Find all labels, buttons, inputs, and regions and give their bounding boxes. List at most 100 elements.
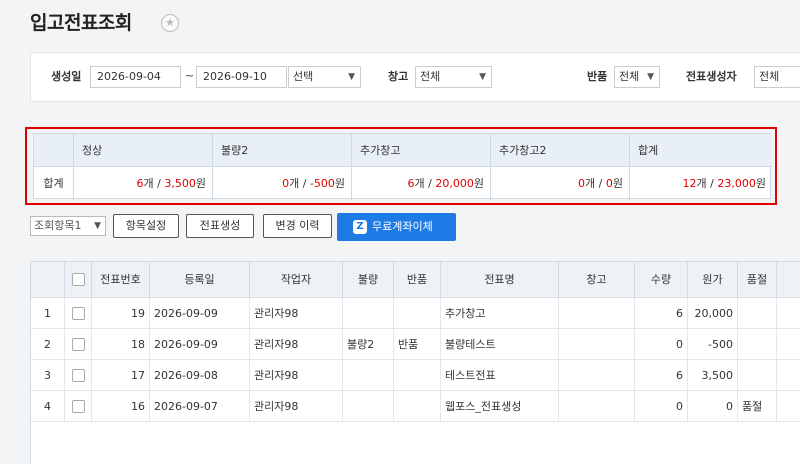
header-warehouse[interactable]: 창고 xyxy=(559,262,635,298)
cell-reg-date: 2026-09-08 xyxy=(150,360,250,391)
creator-select[interactable]: 전체 xyxy=(754,66,800,88)
summary-value-defect2: 0개 / -500원 xyxy=(213,167,352,200)
header-slip-name[interactable]: 전표명 xyxy=(441,262,559,298)
cell-cost: 20,000 xyxy=(688,298,738,329)
select-all-checkbox[interactable] xyxy=(72,273,85,286)
filter-panel: 생성일 2026-09-04 ~ 2026-09-10 선택 ▼ 창고 전체 ▼… xyxy=(30,52,800,102)
cell-warehouse xyxy=(559,391,635,422)
creator-select-value: 전체 xyxy=(759,70,780,83)
free-transfer-button[interactable]: Z 무료계좌이체 xyxy=(337,213,456,241)
cell-return xyxy=(394,298,441,329)
row-checkbox-cell xyxy=(65,360,92,391)
date-to-input[interactable]: 2026-09-10 xyxy=(196,66,287,88)
row-checkbox[interactable] xyxy=(72,400,85,413)
cell-return xyxy=(394,391,441,422)
page-title: 입고전표조회 xyxy=(30,12,132,34)
cell-return xyxy=(394,360,441,391)
header-row-number xyxy=(31,262,65,298)
header-defect[interactable]: 불량 xyxy=(343,262,394,298)
chevron-down-icon: ▼ xyxy=(94,221,101,231)
row-number: 1 xyxy=(31,298,65,329)
header-slip-number[interactable]: 전표번호 xyxy=(92,262,150,298)
warehouse-select[interactable]: 전체 ▼ xyxy=(415,66,492,88)
cell-slip-name[interactable]: 테스트전표 xyxy=(441,360,559,391)
table-row[interactable]: 3 17 2026-09-08 관리자98 테스트전표 6 3,500 xyxy=(31,360,800,391)
cell-defect xyxy=(343,298,394,329)
header-cost[interactable]: 원가 xyxy=(688,262,738,298)
date-from-input[interactable]: 2026-09-04 xyxy=(90,66,181,88)
cell-slip-number: 19 xyxy=(92,298,150,329)
transfer-icon: Z xyxy=(353,220,367,234)
creator-label: 전표생성자 xyxy=(686,70,737,83)
favorite-star-icon[interactable]: ★ xyxy=(161,14,179,32)
cell-reg-date: 2026-09-07 xyxy=(150,391,250,422)
cell-warehouse xyxy=(559,298,635,329)
cell-sold-out xyxy=(738,360,777,391)
view-items-select[interactable]: 조회항목1 ▼ xyxy=(30,216,106,236)
cell-sold-out xyxy=(738,329,777,360)
cell-slip-number: 18 xyxy=(92,329,150,360)
chevron-down-icon: ▼ xyxy=(348,72,355,82)
cell-quantity: 0 xyxy=(635,329,688,360)
warehouse-select-value: 전체 xyxy=(420,70,441,83)
cell-slip-name[interactable]: 추가창고 xyxy=(441,298,559,329)
row-checkbox[interactable] xyxy=(72,338,85,351)
cell-slip-number: 17 xyxy=(92,360,150,391)
cell-defect: 불량2 xyxy=(343,329,394,360)
item-settings-button[interactable]: 항목설정 xyxy=(113,214,179,238)
cell-cost: 0 xyxy=(688,391,738,422)
table-row[interactable]: 4 16 2026-09-07 관리자98 웹포스_전표생성 0 0 품절 xyxy=(31,391,800,422)
cell-return: 반품 xyxy=(394,329,441,360)
summary-value-total: 12개 / 23,000원 xyxy=(682,177,766,190)
grid-header: 전표번호 등록일 작업자 불량 반품 전표명 창고 수량 원가 품절 xyxy=(31,262,800,298)
summary-header-total: 합계 xyxy=(630,134,772,167)
title-bar: 입고전표조회 ★ xyxy=(0,0,800,42)
free-transfer-label: 무료계좌이체 xyxy=(372,220,433,233)
return-select[interactable]: 전체 ▼ xyxy=(614,66,660,88)
cell-defect xyxy=(343,391,394,422)
warehouse-label: 창고 xyxy=(388,70,409,83)
date-range-select[interactable]: 선택 ▼ xyxy=(288,66,361,88)
header-reg-date[interactable]: 등록일 xyxy=(150,262,250,298)
cell-slip-number: 16 xyxy=(92,391,150,422)
row-checkbox-cell xyxy=(65,391,92,422)
cell-reg-date: 2026-09-09 xyxy=(150,329,250,360)
cell-worker: 관리자98 xyxy=(250,329,343,360)
date-range-tilde: ~ xyxy=(185,69,195,82)
table-row[interactable]: 1 19 2026-09-09 관리자98 추가창고 6 20,000 xyxy=(31,298,800,329)
header-checkbox-cell xyxy=(65,262,92,298)
header-return[interactable]: 반품 xyxy=(394,262,441,298)
header-sold-out[interactable]: 품절 xyxy=(738,262,777,298)
row-checkbox[interactable] xyxy=(72,307,85,320)
row-number: 4 xyxy=(31,391,65,422)
cell-defect xyxy=(343,360,394,391)
summary-value-extra-warehouse2: 0개 / 0원 xyxy=(491,167,630,200)
row-number: 3 xyxy=(31,360,65,391)
cell-cost: 3,500 xyxy=(688,360,738,391)
row-checkbox-cell xyxy=(65,329,92,360)
change-history-button[interactable]: 변경 이력 xyxy=(263,214,332,238)
return-label: 반품 xyxy=(587,70,608,83)
cell-quantity: 6 xyxy=(635,298,688,329)
cell-warehouse xyxy=(559,360,635,391)
header-worker[interactable]: 작업자 xyxy=(250,262,343,298)
return-select-value: 전체 xyxy=(619,70,640,83)
chevron-down-icon: ▼ xyxy=(479,72,486,82)
summary-header-extra-warehouse: 추가창고 xyxy=(352,134,491,167)
cell-cost: -500 xyxy=(688,329,738,360)
cell-sold-out xyxy=(738,298,777,329)
row-checkbox[interactable] xyxy=(72,369,85,382)
cell-slip-name[interactable]: 불량테스트 xyxy=(441,329,559,360)
cell-slip-name[interactable]: 웹포스_전표생성 xyxy=(441,391,559,422)
table-row[interactable]: 2 18 2026-09-09 관리자98 불량2 반품 불량테스트 0 -50… xyxy=(31,329,800,360)
summary-row-label: 합계 xyxy=(34,167,74,200)
summary-header-extra-warehouse2: 추가창고2 xyxy=(491,134,630,167)
summary-header-normal: 정상 xyxy=(74,134,213,167)
create-slip-button[interactable]: 전표생성 xyxy=(186,214,254,238)
header-quantity[interactable]: 수량 xyxy=(635,262,688,298)
cell-worker: 관리자98 xyxy=(250,360,343,391)
date-range-select-value: 선택 xyxy=(293,70,314,83)
summary-value-normal: 6개 / 3,500원 xyxy=(74,167,213,200)
cell-worker: 관리자98 xyxy=(250,391,343,422)
cell-quantity: 0 xyxy=(635,391,688,422)
